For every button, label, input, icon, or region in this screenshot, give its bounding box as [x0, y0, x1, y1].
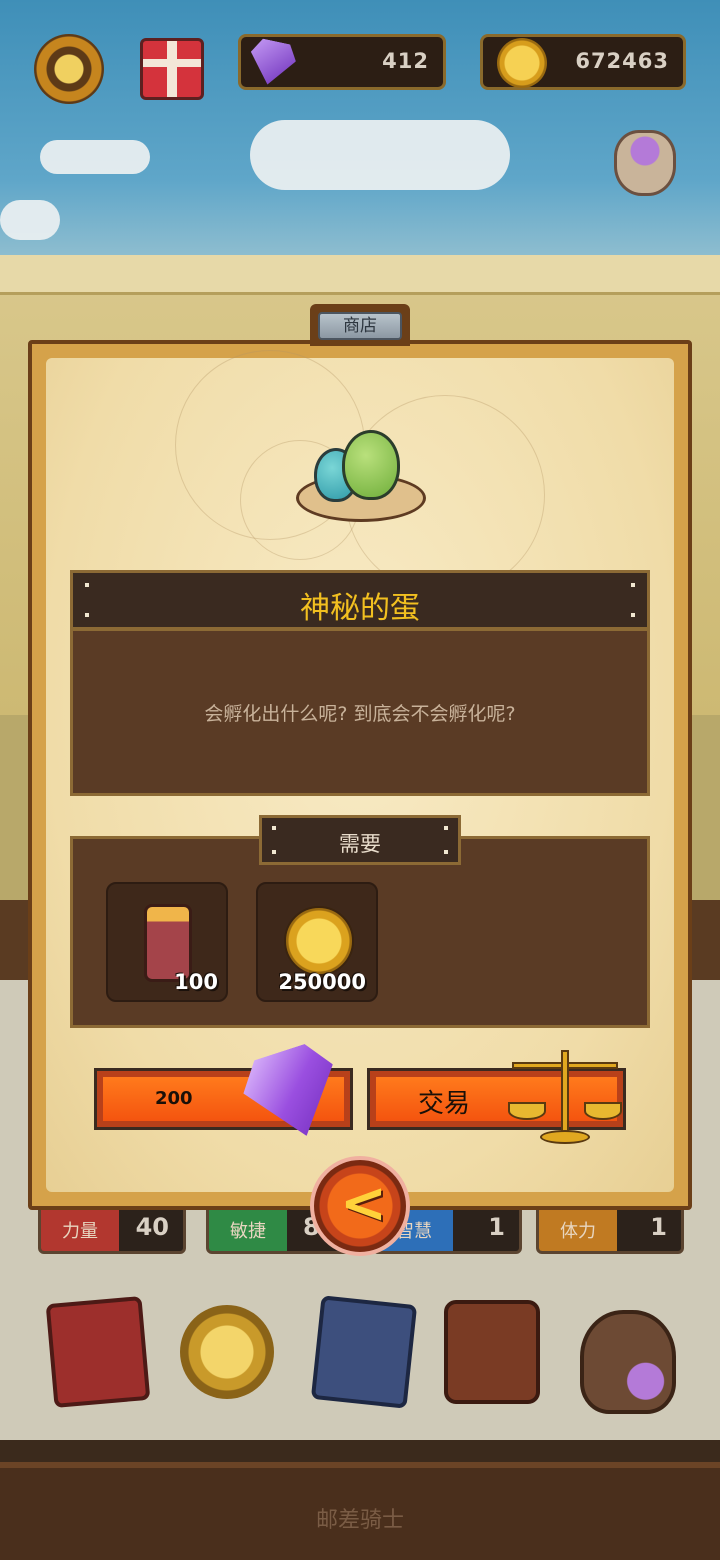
- loot-bag-icon[interactable]: [580, 1310, 676, 1414]
- gear-icon[interactable]: [34, 34, 104, 104]
- scales-pan: [508, 1102, 546, 1120]
- shop-tab: 商店: [310, 304, 410, 346]
- gem-price: 200: [155, 1088, 193, 1109]
- item-title-bar: 神秘的蛋: [70, 570, 650, 630]
- chevron-left-icon: <: [340, 1171, 387, 1236]
- stat-value: 40: [135, 1213, 169, 1241]
- coin-count: 672463: [575, 49, 669, 73]
- requirement-slot-wood[interactable]: 100: [106, 882, 228, 1002]
- skill-book-icon[interactable]: [45, 1296, 151, 1408]
- coin-counter: 672463: [480, 34, 686, 90]
- requirements-label: 需要: [339, 832, 381, 856]
- gem-count: 412: [382, 49, 429, 73]
- card-deck-icon[interactable]: [310, 1295, 418, 1409]
- medal-icon[interactable]: [180, 1305, 274, 1399]
- requirement-slot-coin[interactable]: 250000: [256, 882, 378, 1002]
- mystery-egg-icon: [296, 428, 426, 524]
- requirement-amount: 100: [174, 970, 218, 994]
- scales-pan: [584, 1102, 622, 1120]
- item-title: 神秘的蛋: [300, 591, 420, 626]
- gem-icon: [245, 37, 299, 90]
- stat-label: 力量: [41, 1203, 119, 1251]
- cloud: [0, 200, 60, 240]
- item-description: 会孵化出什么呢? 到底会不会孵化呢?: [204, 703, 516, 725]
- stat-label: 敏捷: [209, 1203, 287, 1251]
- back-button[interactable]: <: [310, 1156, 410, 1256]
- stat-value: 1: [488, 1213, 505, 1241]
- cloud: [250, 120, 510, 190]
- scales-post: [561, 1050, 569, 1134]
- stat-label: 体力: [539, 1203, 617, 1251]
- treasure-pouch-icon[interactable]: [614, 130, 676, 196]
- requirements-header: 需要: [259, 815, 461, 865]
- inventory-bag-icon[interactable]: [444, 1300, 540, 1404]
- gift-box-icon[interactable]: [140, 38, 204, 100]
- trade-label: 交易: [418, 1089, 471, 1119]
- requirement-amount: 250000: [278, 970, 366, 994]
- cloud: [40, 140, 150, 174]
- scales-icon: [506, 1042, 624, 1146]
- scales-base: [540, 1130, 590, 1144]
- item-description-box: 会孵化出什么呢? 到底会不会孵化呢?: [70, 628, 650, 796]
- green-egg: [342, 430, 400, 500]
- coin-icon: [497, 38, 547, 88]
- footer-title: 邮差骑士: [315, 1508, 404, 1533]
- castle-wall-top: [0, 255, 720, 295]
- gem-counter: 412: [238, 34, 446, 90]
- shop-tab-label: 商店: [318, 312, 402, 340]
- gold-coin-icon: [284, 906, 354, 976]
- stat-value: 1: [650, 1213, 667, 1241]
